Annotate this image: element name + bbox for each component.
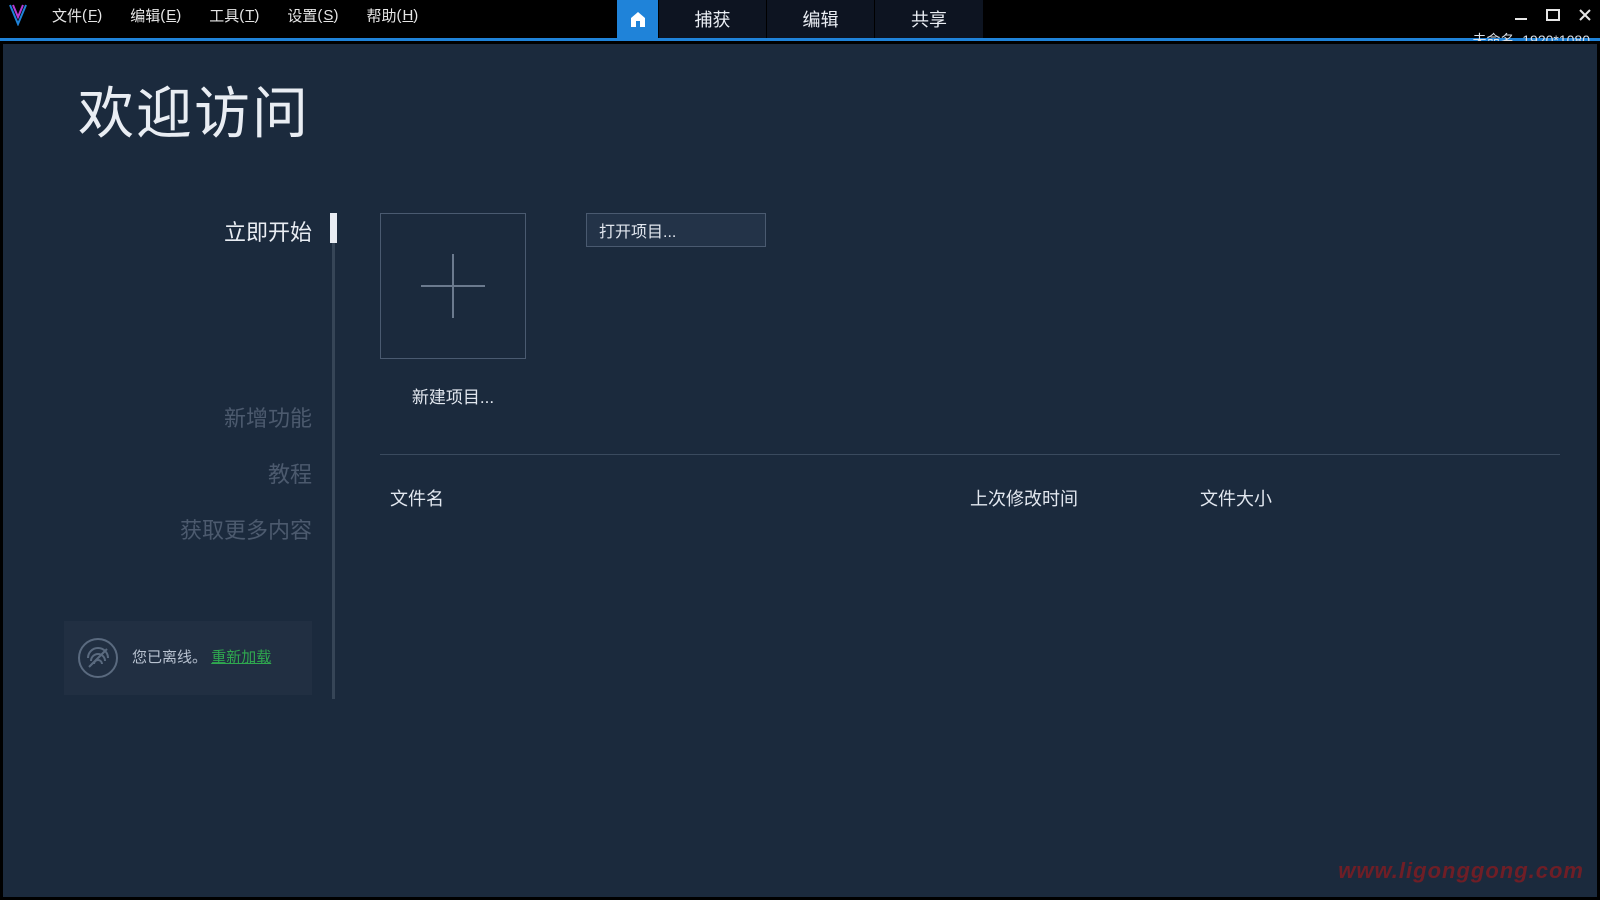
- home-icon: [628, 9, 648, 29]
- nav-active-marker: [330, 213, 337, 243]
- app-logo-icon: [8, 4, 28, 26]
- menu-settings[interactable]: 设置(S): [273, 0, 352, 30]
- menu-settings-hotkey: S: [323, 7, 333, 24]
- watermark: www.ligonggong.com: [1338, 858, 1584, 884]
- menu-help[interactable]: 帮助(H): [352, 0, 432, 30]
- menu-file[interactable]: 文件(F): [38, 0, 116, 30]
- nav-whats-new[interactable]: 新增功能: [224, 399, 330, 435]
- tab-home[interactable]: [617, 0, 659, 38]
- nav-divider: [332, 213, 335, 699]
- welcome-content: 新建项目... 打开项目... 文件名 上次修改时间 文件大小: [380, 213, 1560, 511]
- welcome-side-nav: 立即开始 新增功能 教程 获取更多内容: [30, 213, 330, 547]
- welcome-panel: 欢迎访问 立即开始 新增功能 教程 获取更多内容 您已离线。 重新加载: [3, 44, 1597, 897]
- tab-share[interactable]: 共享: [875, 0, 983, 38]
- tab-capture[interactable]: 捕获: [659, 0, 767, 38]
- column-filesize: 文件大小: [1200, 485, 1560, 511]
- minimize-button[interactable]: [1512, 6, 1530, 24]
- menu-tools-hotkey: T: [245, 7, 254, 24]
- window-controls: [1512, 0, 1594, 30]
- nav-tutorials[interactable]: 教程: [268, 455, 330, 491]
- menu-tools-label: 工具: [209, 5, 239, 26]
- menu-help-label: 帮助: [366, 5, 396, 26]
- action-row: 新建项目... 打开项目...: [380, 213, 1560, 408]
- menu-file-hotkey: F: [88, 7, 97, 24]
- offline-notice: 您已离线。 重新加载: [64, 621, 312, 695]
- menu-edit[interactable]: 编辑(E): [116, 0, 195, 30]
- column-filename: 文件名: [380, 485, 970, 511]
- open-project-button[interactable]: 打开项目...: [586, 213, 766, 247]
- welcome-title: 欢迎访问: [78, 69, 310, 150]
- menu-help-hotkey: H: [402, 7, 413, 24]
- menu-tools[interactable]: 工具(T): [195, 0, 273, 30]
- recent-divider: [380, 454, 1560, 455]
- recent-table-header: 文件名 上次修改时间 文件大小: [380, 485, 1560, 511]
- menu-edit-label: 编辑: [130, 5, 160, 26]
- column-last-modified: 上次修改时间: [970, 485, 1200, 511]
- nav-start-now[interactable]: 立即开始: [224, 213, 330, 249]
- offline-reload-link[interactable]: 重新加载: [211, 649, 271, 666]
- menu-edit-hotkey: E: [166, 7, 176, 24]
- tab-edit[interactable]: 编辑: [767, 0, 875, 38]
- new-project-tile[interactable]: 新建项目...: [380, 213, 526, 408]
- plus-icon: [421, 254, 485, 318]
- offline-icon: [78, 638, 118, 678]
- menu-file-label: 文件: [52, 5, 82, 26]
- new-project-box: [380, 213, 526, 359]
- close-button[interactable]: [1576, 6, 1594, 24]
- offline-text: 您已离线。 重新加载: [132, 647, 271, 669]
- new-project-label: 新建项目...: [412, 383, 494, 408]
- mode-tabs: 捕获 编辑 共享: [617, 0, 983, 38]
- stage: 欢迎访问 立即开始 新增功能 教程 获取更多内容 您已离线。 重新加载: [0, 41, 1600, 900]
- menu-settings-label: 设置: [287, 5, 317, 26]
- maximize-button[interactable]: [1544, 6, 1562, 24]
- nav-get-more-content[interactable]: 获取更多内容: [180, 511, 330, 547]
- offline-label: 您已离线。: [132, 649, 207, 666]
